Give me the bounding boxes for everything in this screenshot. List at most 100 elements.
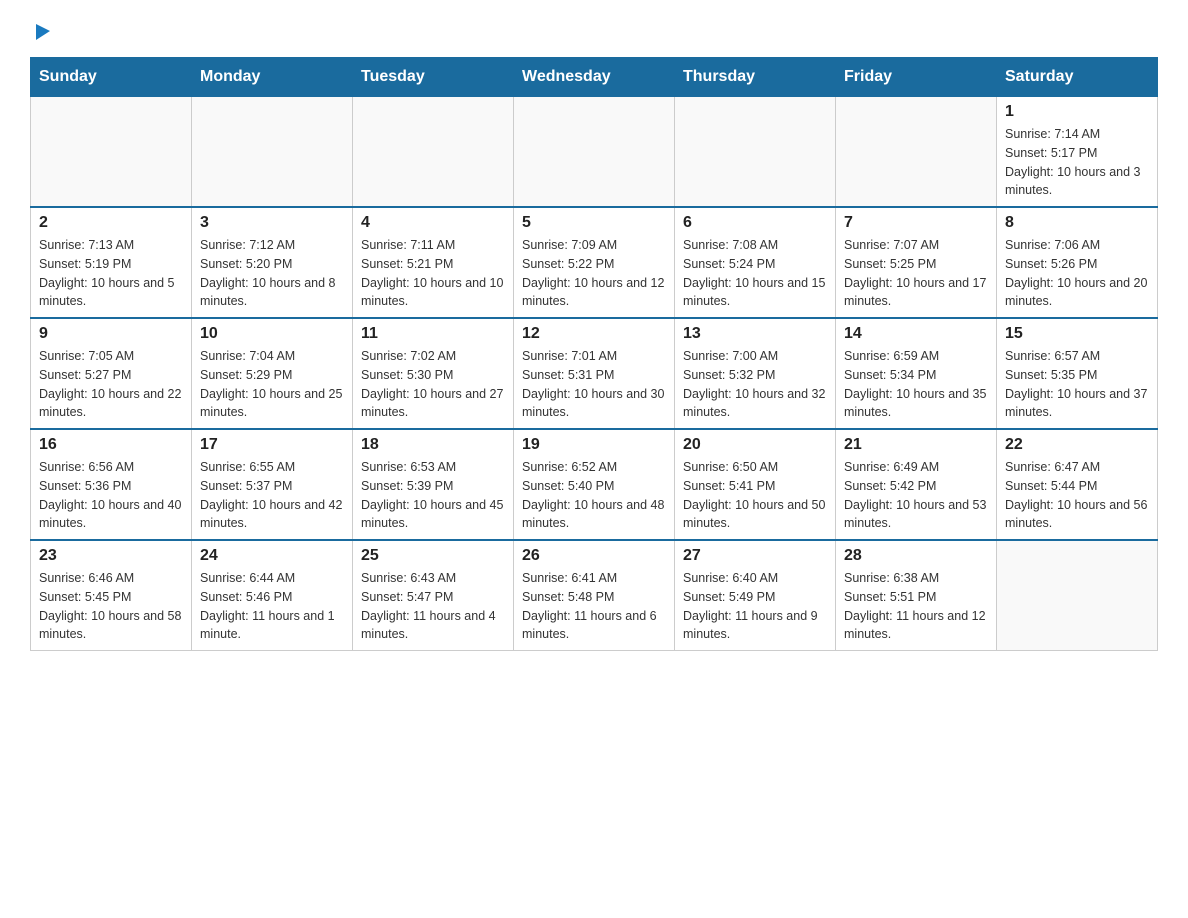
calendar-day-cell: 5Sunrise: 7:09 AMSunset: 5:22 PMDaylight… xyxy=(514,207,675,318)
calendar-day-cell: 15 Sunrise: 6:57 AMSunset: 5:35 PMDayligh… xyxy=(997,318,1158,429)
day-info: Sunrise: 6:55 AMSunset: 5:37 PMDaylight:… xyxy=(200,458,344,533)
calendar-day-cell: 6 Sunrise: 7:08 AMSunset: 5:24 PMDaylight… xyxy=(675,207,836,318)
calendar-day-cell: 23 Sunrise: 6:46 AMSunset: 5:45 PMDayligh… xyxy=(31,540,192,651)
calendar-day-cell: 17 Sunrise: 6:55 AMSunset: 5:37 PMDayligh… xyxy=(192,429,353,540)
calendar-day-cell: 19 Sunrise: 6:52 AMSunset: 5:40 PMDayligh… xyxy=(514,429,675,540)
day-number: 4 xyxy=(361,214,505,232)
day-number: 14 xyxy=(844,325,988,343)
day-number: 27 xyxy=(683,547,827,565)
day-number: 18 xyxy=(361,436,505,454)
header-wednesday: Wednesday xyxy=(514,58,675,97)
day-info: Sunrise: 7:02 AMSunset: 5:30 PMDaylight:… xyxy=(361,347,505,422)
day-info: Sunrise: 6:52 AMSunset: 5:40 PMDaylight:… xyxy=(522,458,666,533)
day-info: Sunrise: 6:46 AMSunset: 5:45 PMDaylight:… xyxy=(39,569,183,644)
day-number: 17 xyxy=(200,436,344,454)
day-number: 8 xyxy=(1005,214,1149,232)
day-info: Sunrise: 7:09 AMSunset: 5:22 PMDaylight:… xyxy=(522,236,666,311)
calendar-week-row: 9 Sunrise: 7:05 AMSunset: 5:27 PMDaylight… xyxy=(31,318,1158,429)
calendar-day-cell: 2 Sunrise: 7:13 AMSunset: 5:19 PMDaylight… xyxy=(31,207,192,318)
day-info: Sunrise: 7:08 AMSunset: 5:24 PMDaylight:… xyxy=(683,236,827,311)
day-info: Sunrise: 6:56 AMSunset: 5:36 PMDaylight:… xyxy=(39,458,183,533)
calendar-day-cell xyxy=(31,97,192,208)
calendar-day-cell: 1Sunrise: 7:14 AMSunset: 5:17 PMDaylight… xyxy=(997,97,1158,208)
day-number: 6 xyxy=(683,214,827,232)
day-info: Sunrise: 6:43 AMSunset: 5:47 PMDaylight:… xyxy=(361,569,505,644)
day-info: Sunrise: 7:12 AMSunset: 5:20 PMDaylight:… xyxy=(200,236,344,311)
calendar-day-cell xyxy=(192,97,353,208)
calendar-week-row: 2 Sunrise: 7:13 AMSunset: 5:19 PMDaylight… xyxy=(31,207,1158,318)
day-info: Sunrise: 7:13 AMSunset: 5:19 PMDaylight:… xyxy=(39,236,183,311)
calendar-day-cell xyxy=(514,97,675,208)
day-info: Sunrise: 6:44 AMSunset: 5:46 PMDaylight:… xyxy=(200,569,344,644)
header-sunday: Sunday xyxy=(31,58,192,97)
calendar-day-cell: 14 Sunrise: 6:59 AMSunset: 5:34 PMDayligh… xyxy=(836,318,997,429)
calendar-day-cell: 3 Sunrise: 7:12 AMSunset: 5:20 PMDaylight… xyxy=(192,207,353,318)
calendar-week-row: 23 Sunrise: 6:46 AMSunset: 5:45 PMDayligh… xyxy=(31,540,1158,651)
calendar-day-cell: 27 Sunrise: 6:40 AMSunset: 5:49 PMDayligh… xyxy=(675,540,836,651)
day-number: 2 xyxy=(39,214,183,232)
calendar-day-cell: 22 Sunrise: 6:47 AMSunset: 5:44 PMDayligh… xyxy=(997,429,1158,540)
day-info: Sunrise: 7:06 AMSunset: 5:26 PMDaylight:… xyxy=(1005,236,1149,311)
day-number: 26 xyxy=(522,547,666,565)
logo-arrow-icon xyxy=(32,20,54,42)
day-info: Sunrise: 7:07 AMSunset: 5:25 PMDaylight:… xyxy=(844,236,988,311)
calendar-day-cell: 24Sunrise: 6:44 AMSunset: 5:46 PMDayligh… xyxy=(192,540,353,651)
day-number: 25 xyxy=(361,547,505,565)
day-info: Sunrise: 6:41 AMSunset: 5:48 PMDaylight:… xyxy=(522,569,666,644)
calendar-day-cell: 26 Sunrise: 6:41 AMSunset: 5:48 PMDayligh… xyxy=(514,540,675,651)
day-number: 19 xyxy=(522,436,666,454)
header-thursday: Thursday xyxy=(675,58,836,97)
day-info: Sunrise: 6:40 AMSunset: 5:49 PMDaylight:… xyxy=(683,569,827,644)
day-number: 3 xyxy=(200,214,344,232)
header-friday: Friday xyxy=(836,58,997,97)
day-number: 13 xyxy=(683,325,827,343)
day-number: 28 xyxy=(844,547,988,565)
calendar-day-cell: 28 Sunrise: 6:38 AMSunset: 5:51 PMDayligh… xyxy=(836,540,997,651)
calendar-header-row: Sunday Monday Tuesday Wednesday Thursday… xyxy=(31,58,1158,97)
day-info: Sunrise: 7:05 AMSunset: 5:27 PMDaylight:… xyxy=(39,347,183,422)
day-number: 11 xyxy=(361,325,505,343)
header-tuesday: Tuesday xyxy=(353,58,514,97)
day-info: Sunrise: 6:53 AMSunset: 5:39 PMDaylight:… xyxy=(361,458,505,533)
day-info: Sunrise: 6:38 AMSunset: 5:51 PMDaylight:… xyxy=(844,569,988,644)
day-number: 9 xyxy=(39,325,183,343)
page-header xyxy=(30,20,1158,47)
day-number: 23 xyxy=(39,547,183,565)
calendar-day-cell: 11 Sunrise: 7:02 AMSunset: 5:30 PMDayligh… xyxy=(353,318,514,429)
calendar-week-row: 16 Sunrise: 6:56 AMSunset: 5:36 PMDayligh… xyxy=(31,429,1158,540)
calendar-day-cell: 18 Sunrise: 6:53 AMSunset: 5:39 PMDayligh… xyxy=(353,429,514,540)
calendar-day-cell: 9 Sunrise: 7:05 AMSunset: 5:27 PMDaylight… xyxy=(31,318,192,429)
day-number: 22 xyxy=(1005,436,1149,454)
header-monday: Monday xyxy=(192,58,353,97)
day-info: Sunrise: 7:14 AMSunset: 5:17 PMDaylight:… xyxy=(1005,125,1149,200)
calendar-day-cell xyxy=(675,97,836,208)
day-info: Sunrise: 7:04 AMSunset: 5:29 PMDaylight:… xyxy=(200,347,344,422)
calendar-day-cell: 25 Sunrise: 6:43 AMSunset: 5:47 PMDayligh… xyxy=(353,540,514,651)
calendar-week-row: 1Sunrise: 7:14 AMSunset: 5:17 PMDaylight… xyxy=(31,97,1158,208)
calendar-day-cell: 12 Sunrise: 7:01 AMSunset: 5:31 PMDayligh… xyxy=(514,318,675,429)
day-number: 20 xyxy=(683,436,827,454)
day-number: 12 xyxy=(522,325,666,343)
day-info: Sunrise: 6:47 AMSunset: 5:44 PMDaylight:… xyxy=(1005,458,1149,533)
calendar-day-cell: 13 Sunrise: 7:00 AMSunset: 5:32 PMDayligh… xyxy=(675,318,836,429)
calendar-day-cell xyxy=(997,540,1158,651)
logo xyxy=(30,20,54,47)
day-info: Sunrise: 7:00 AMSunset: 5:32 PMDaylight:… xyxy=(683,347,827,422)
day-info: Sunrise: 6:59 AMSunset: 5:34 PMDaylight:… xyxy=(844,347,988,422)
calendar-day-cell: 7 Sunrise: 7:07 AMSunset: 5:25 PMDaylight… xyxy=(836,207,997,318)
calendar-day-cell: 21 Sunrise: 6:49 AMSunset: 5:42 PMDayligh… xyxy=(836,429,997,540)
calendar-table: Sunday Monday Tuesday Wednesday Thursday… xyxy=(30,57,1158,651)
day-number: 10 xyxy=(200,325,344,343)
day-info: Sunrise: 6:49 AMSunset: 5:42 PMDaylight:… xyxy=(844,458,988,533)
day-info: Sunrise: 7:01 AMSunset: 5:31 PMDaylight:… xyxy=(522,347,666,422)
day-number: 16 xyxy=(39,436,183,454)
day-info: Sunrise: 6:57 AMSunset: 5:35 PMDaylight:… xyxy=(1005,347,1149,422)
calendar-day-cell: 10 Sunrise: 7:04 AMSunset: 5:29 PMDayligh… xyxy=(192,318,353,429)
calendar-day-cell: 20 Sunrise: 6:50 AMSunset: 5:41 PMDayligh… xyxy=(675,429,836,540)
day-info: Sunrise: 6:50 AMSunset: 5:41 PMDaylight:… xyxy=(683,458,827,533)
calendar-day-cell: 16 Sunrise: 6:56 AMSunset: 5:36 PMDayligh… xyxy=(31,429,192,540)
day-number: 21 xyxy=(844,436,988,454)
day-number: 15 xyxy=(1005,325,1149,343)
header-saturday: Saturday xyxy=(997,58,1158,97)
day-number: 7 xyxy=(844,214,988,232)
